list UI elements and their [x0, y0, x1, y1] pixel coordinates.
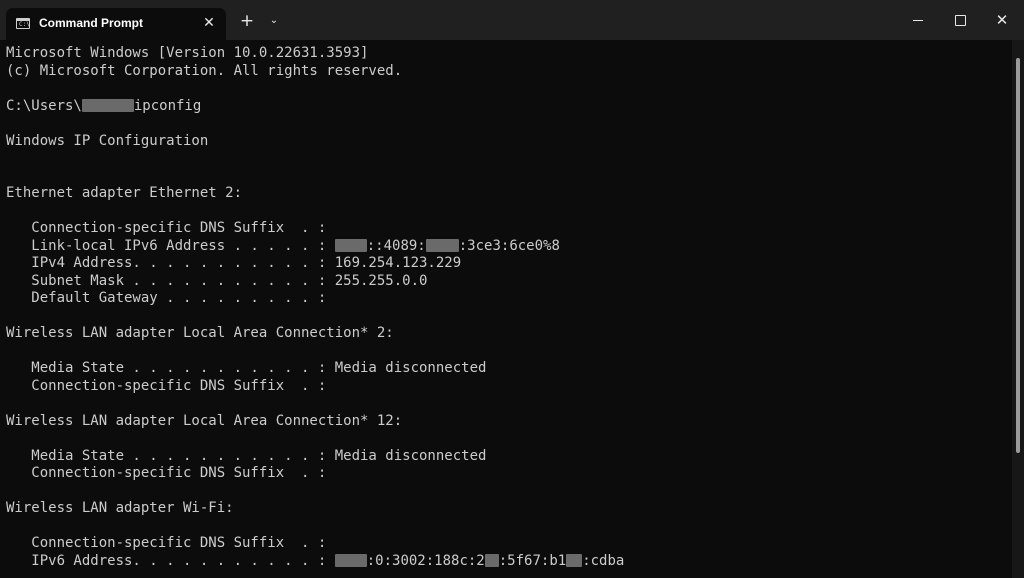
close-tab-icon[interactable]: ✕: [200, 14, 218, 32]
copyright-line: (c) Microsoft Corporation. All rights re…: [6, 63, 403, 79]
scrollbar-thumb[interactable]: [1016, 58, 1020, 453]
ipv6-part: :0:3002:188c:2: [366, 553, 485, 569]
config-heading: Windows IP Configuration: [6, 133, 209, 149]
ethernet-dns-suffix: Connection-specific DNS Suffix . :: [6, 220, 327, 236]
wifi-ipv6-line: IPv6 Address. . . . . . . . . . . : :0:3…: [6, 553, 624, 570]
maximize-icon: [955, 15, 966, 26]
cmd-icon-label: C:\: [19, 21, 30, 28]
ipv6-part: :3ce3:6ce0%8: [458, 238, 560, 254]
cmd-icon: C:\: [16, 18, 30, 29]
ipv6-label: IPv6 Address. . . . . . . . . . . :: [6, 553, 335, 569]
redacted-username: [81, 99, 134, 112]
maximize-button[interactable]: [938, 0, 982, 40]
ethernet-ipv6-line: Link-local IPv6 Address . . . . . : ::40…: [6, 238, 560, 255]
close-window-button[interactable]: ✕: [980, 0, 1024, 40]
redacted-ipv6-segment: [484, 554, 499, 567]
tab-dropdown-chevron-down-icon[interactable]: ⌄: [266, 12, 282, 30]
ethernet-gateway: Default Gateway . . . . . . . . . :: [6, 290, 327, 306]
wifi-dns-suffix: Connection-specific DNS Suffix . :: [6, 535, 327, 551]
ipv6-part: :cdba: [582, 553, 625, 569]
tab-title: Command Prompt: [39, 16, 144, 30]
version-line: Microsoft Windows [Version 10.0.22631.35…: [6, 45, 369, 61]
prompt-path: C:\Users\: [6, 98, 82, 114]
ethernet-ipv4: IPv4 Address. . . . . . . . . . . : 169.…: [6, 255, 462, 271]
wlan2-heading: Wireless LAN adapter Local Area Connecti…: [6, 325, 394, 341]
redacted-ipv6-segment: [425, 239, 459, 252]
wlan12-media-state: Media State . . . . . . . . . . . : Medi…: [6, 448, 487, 464]
minimize-icon: [913, 20, 923, 21]
wifi-heading: Wireless LAN adapter Wi-Fi:: [6, 500, 234, 516]
ipv6-part: :5f67:b1: [498, 553, 567, 569]
prompt-command: ipconfig: [133, 98, 202, 114]
console-output[interactable]: Microsoft Windows [Version 10.0.22631.35…: [0, 40, 1012, 578]
redacted-ipv6-segment: [334, 554, 367, 567]
wlan2-media-state: Media State . . . . . . . . . . . : Medi…: [6, 360, 487, 376]
wlan2-dns-suffix: Connection-specific DNS Suffix . :: [6, 378, 327, 394]
ethernet-heading: Ethernet adapter Ethernet 2:: [6, 185, 243, 201]
redacted-ipv6-segment: [566, 554, 583, 567]
wlan12-heading: Wireless LAN adapter Local Area Connecti…: [6, 413, 403, 429]
new-tab-button[interactable]: +: [238, 12, 256, 30]
prompt-line: C:\Users\ ipconfig: [6, 98, 201, 115]
tab-command-prompt[interactable]: C:\ Command Prompt ✕: [6, 8, 226, 40]
command-prompt-window: C:\ Command Prompt ✕ + ⌄ ✕ Microsoft Win…: [0, 0, 1024, 578]
title-bar: C:\ Command Prompt ✕ + ⌄ ✕: [0, 0, 1024, 40]
ipv6-label: Link-local IPv6 Address . . . . . :: [6, 238, 335, 254]
ipv6-part: ::4089:: [366, 238, 426, 254]
wlan12-dns-suffix: Connection-specific DNS Suffix . :: [6, 465, 327, 481]
redacted-ipv6-segment: [334, 239, 367, 252]
minimize-button[interactable]: [896, 0, 940, 40]
ethernet-subnet: Subnet Mask . . . . . . . . . . . : 255.…: [6, 273, 428, 289]
